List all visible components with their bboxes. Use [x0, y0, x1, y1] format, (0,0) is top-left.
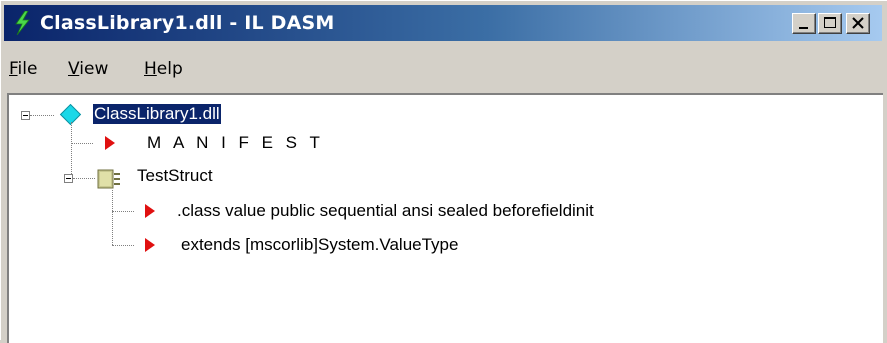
tree-node-assembly[interactable]: ClassLibrary1.dll [92, 103, 222, 125]
minimize-icon [799, 27, 808, 29]
menu-file[interactable]: File [9, 59, 37, 79]
ildasm-lightning-icon [15, 11, 30, 35]
tree-view[interactable]: ClassLibrary1.dll M A N I F E S T TestSt… [7, 93, 883, 343]
tree-node-class-decl[interactable]: .class value public sequential ansi seal… [177, 201, 594, 221]
tree-node-manifest[interactable]: M A N I F E S T [147, 133, 324, 153]
tree-connector [112, 211, 134, 212]
tree-connector [73, 178, 95, 179]
tree-connector [112, 190, 113, 245]
maximize-button[interactable] [818, 13, 842, 34]
red-triangle-icon [145, 204, 155, 218]
tree-connector [71, 122, 72, 178]
title-bar[interactable]: ClassLibrary1.dll - IL DASM [4, 5, 882, 41]
minimize-button[interactable] [792, 13, 816, 34]
menu-help[interactable]: Help [144, 59, 183, 79]
maximize-icon [824, 17, 836, 28]
close-icon [852, 17, 864, 29]
window-title: ClassLibrary1.dll - IL DASM [40, 12, 335, 34]
ildasm-window: ClassLibrary1.dll - IL DASM File View He… [0, 0, 887, 343]
tree-node-extends[interactable]: extends [mscorlib]System.ValueType [181, 235, 458, 255]
menu-view[interactable]: View [68, 59, 108, 79]
tree-connector [71, 143, 93, 144]
struct-icon [97, 169, 120, 189]
red-triangle-icon [105, 136, 115, 150]
root-collapse-toggle[interactable] [21, 111, 30, 120]
teststruct-collapse-toggle[interactable] [64, 174, 73, 183]
close-button[interactable] [846, 13, 870, 34]
tree-node-teststruct[interactable]: TestStruct [137, 166, 213, 186]
red-triangle-icon [145, 238, 155, 252]
tree-connector [30, 115, 54, 116]
tree-connector [112, 245, 134, 246]
